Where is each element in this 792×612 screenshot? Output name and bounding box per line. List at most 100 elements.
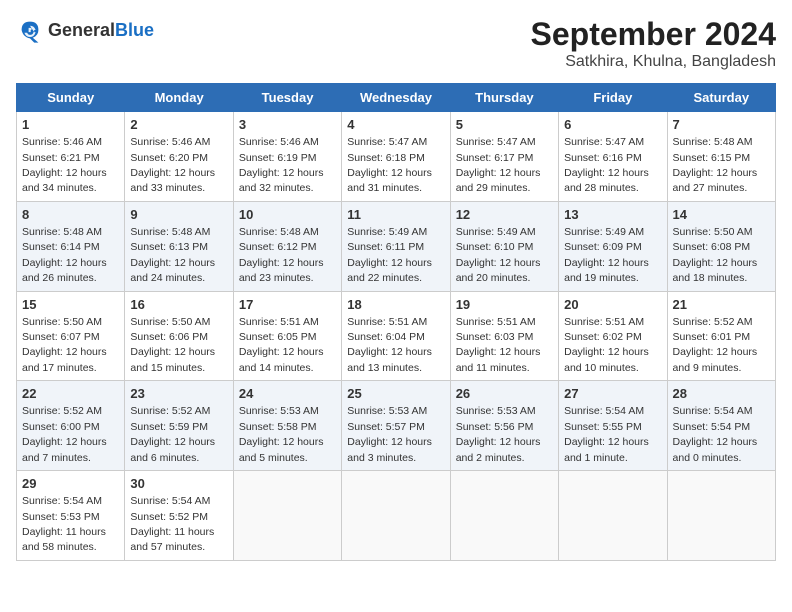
sunrise-info: Sunrise: 5:52 AM [130,405,210,417]
sunset-info: Sunset: 6:12 PM [239,241,317,253]
day-number: 9 [130,206,227,224]
column-header-tuesday: Tuesday [233,84,341,112]
day-number: 2 [130,116,227,134]
day-number: 16 [130,296,227,314]
daylight-info: Daylight: 12 hours and 10 minutes. [564,346,649,373]
sunrise-info: Sunrise: 5:48 AM [22,226,102,238]
page-subtitle: Satkhira, Khulna, Bangladesh [531,53,776,71]
day-number: 4 [347,116,444,134]
day-number: 1 [22,116,119,134]
sunset-info: Sunset: 5:55 PM [564,421,642,433]
page-header: GeneralBlue September 2024 Satkhira, Khu… [16,16,776,71]
calendar-cell: 20 Sunrise: 5:51 AM Sunset: 6:02 PM Dayligh… [559,291,667,381]
daylight-info: Daylight: 12 hours and 15 minutes. [130,346,215,373]
day-number: 6 [564,116,661,134]
sunrise-info: Sunrise: 5:54 AM [22,495,102,507]
day-number: 20 [564,296,661,314]
calendar-cell: 24Sunrise: 5:53 AMSunset: 5:58 PMDayligh… [233,381,341,471]
sunset-info: Sunset: 6:15 PM [673,152,751,164]
calendar-cell: 15Sunrise: 5:50 AMSunset: 6:07 PMDayligh… [17,291,125,381]
calendar-header-row: SundayMondayTuesdayWednesdayThursdayFrid… [17,84,776,112]
sunset-info: Sunset: 6:17 PM [456,152,534,164]
sunrise-info: Sunrise: 5:47 AM [347,136,427,148]
daylight-info: Daylight: 12 hours and 0 minutes. [673,436,758,463]
sunset-info: Sunset: 6:08 PM [673,241,751,253]
calendar-table: SundayMondayTuesdayWednesdayThursdayFrid… [16,83,776,561]
calendar-cell: 27Sunrise: 5:54 AMSunset: 5:55 PMDayligh… [559,381,667,471]
sunset-info: Sunset: 6:06 PM [130,331,208,343]
calendar-cell: 28Sunrise: 5:54 AMSunset: 5:54 PMDayligh… [667,381,775,471]
calendar-cell: 21Sunrise: 5:52 AMSunset: 6:01 PMDayligh… [667,291,775,381]
column-header-saturday: Saturday [667,84,775,112]
calendar-cell: 30Sunrise: 5:54 AMSunset: 5:52 PMDayligh… [125,471,233,561]
sunrise-info: Sunrise: 5:48 AM [130,226,210,238]
sunset-info: Sunset: 5:58 PM [239,421,317,433]
calendar-cell: 16Sunrise: 5:50 AMSunset: 6:06 PMDayligh… [125,291,233,381]
sunset-info: Sunset: 6:16 PM [564,152,642,164]
day-number: 29 [22,475,119,493]
sunset-info: Sunset: 5:59 PM [130,421,208,433]
daylight-info: Daylight: 12 hours and 33 minutes. [130,167,215,194]
calendar-cell: 9Sunrise: 5:48 AMSunset: 6:13 PMDaylight… [125,201,233,291]
sunrise-info: Sunrise: 5:54 AM [564,405,644,417]
day-number: 3 [239,116,336,134]
day-number: 13 [564,206,661,224]
calendar-cell [450,471,558,561]
day-number: 23 [130,385,227,403]
day-number: 22 [22,385,119,403]
daylight-info: Daylight: 12 hours and 2 minutes. [456,436,541,463]
week-row-4: 22Sunrise: 5:52 AMSunset: 6:00 PMDayligh… [17,381,776,471]
daylight-info: Daylight: 12 hours and 28 minutes. [564,167,649,194]
daylight-info: Daylight: 12 hours and 23 minutes. [239,257,324,284]
sunset-info: Sunset: 6:11 PM [347,241,424,253]
calendar-cell: 3 Sunrise: 5:46 AM Sunset: 6:19 PM Daylight… [233,112,341,202]
calendar-cell: 29Sunrise: 5:54 AMSunset: 5:53 PMDayligh… [17,471,125,561]
logo: GeneralBlue [16,16,154,44]
sunrise-info: Sunrise: 5:48 AM [673,136,753,148]
calendar-cell: 26Sunrise: 5:53 AMSunset: 5:56 PMDayligh… [450,381,558,471]
sunrise-info: Sunrise: 5:49 AM [564,226,644,238]
sunrise-info: Sunrise: 5:46 AM [239,136,319,148]
page-title: September 2024 [531,16,776,53]
calendar-cell: 19Sunrise: 5:51 AMSunset: 6:03 PMDayligh… [450,291,558,381]
daylight-info: Daylight: 12 hours and 18 minutes. [673,257,758,284]
sunset-info: Sunset: 6:05 PM [239,331,317,343]
calendar-cell [342,471,450,561]
week-row-1: 1Sunrise: 5:46 AMSunset: 6:21 PMDaylight… [17,112,776,202]
daylight-info: Daylight: 12 hours and 14 minutes. [239,346,324,373]
daylight-info: Daylight: 12 hours and 31 minutes. [347,167,432,194]
sunset-info: Sunset: 6:14 PM [22,241,100,253]
sunrise-info: Sunrise: 5:49 AM [347,226,427,238]
sunrise-info: Sunrise: 5:53 AM [239,405,319,417]
daylight-info: Daylight: 12 hours and 9 minutes. [673,346,758,373]
week-row-3: 15Sunrise: 5:50 AMSunset: 6:07 PMDayligh… [17,291,776,381]
sunset-info: Sunset: 6:02 PM [564,331,642,343]
sunrise-info: Sunrise: 5:51 AM [564,316,644,328]
sunset-info: Sunset: 6:10 PM [456,241,534,253]
sunrise-info: Sunrise: 5:50 AM [22,316,102,328]
sunrise-info: Sunrise: 5:51 AM [347,316,427,328]
sunrise-info: Sunrise: 5:51 AM [456,316,536,328]
sunrise-info: Sunrise: 5:46 AM [22,136,102,148]
sunset-info: Sunset: 6:18 PM [347,152,425,164]
day-number: 11 [347,206,444,224]
daylight-info: Daylight: 12 hours and 32 minutes. [239,167,324,194]
sunset-info: Sunset: 6:19 PM [239,152,317,164]
daylight-info: Daylight: 12 hours and 20 minutes. [456,257,541,284]
daylight-info: Daylight: 12 hours and 29 minutes. [456,167,541,194]
day-number: 18 [347,296,444,314]
calendar-cell: 25Sunrise: 5:53 AMSunset: 5:57 PMDayligh… [342,381,450,471]
daylight-info: Daylight: 12 hours and 3 minutes. [347,436,432,463]
sunrise-info: Sunrise: 5:51 AM [239,316,319,328]
calendar-cell: 14Sunrise: 5:50 AMSunset: 6:08 PMDayligh… [667,201,775,291]
column-header-sunday: Sunday [17,84,125,112]
day-number: 19 [456,296,553,314]
week-row-5: 29Sunrise: 5:54 AMSunset: 5:53 PMDayligh… [17,471,776,561]
daylight-info: Daylight: 12 hours and 13 minutes. [347,346,432,373]
calendar-cell: 11Sunrise: 5:49 AMSunset: 6:11 PMDayligh… [342,201,450,291]
sunrise-info: Sunrise: 5:49 AM [456,226,536,238]
sunrise-info: Sunrise: 5:47 AM [456,136,536,148]
column-header-friday: Friday [559,84,667,112]
column-header-thursday: Thursday [450,84,558,112]
daylight-info: Daylight: 12 hours and 6 minutes. [130,436,215,463]
